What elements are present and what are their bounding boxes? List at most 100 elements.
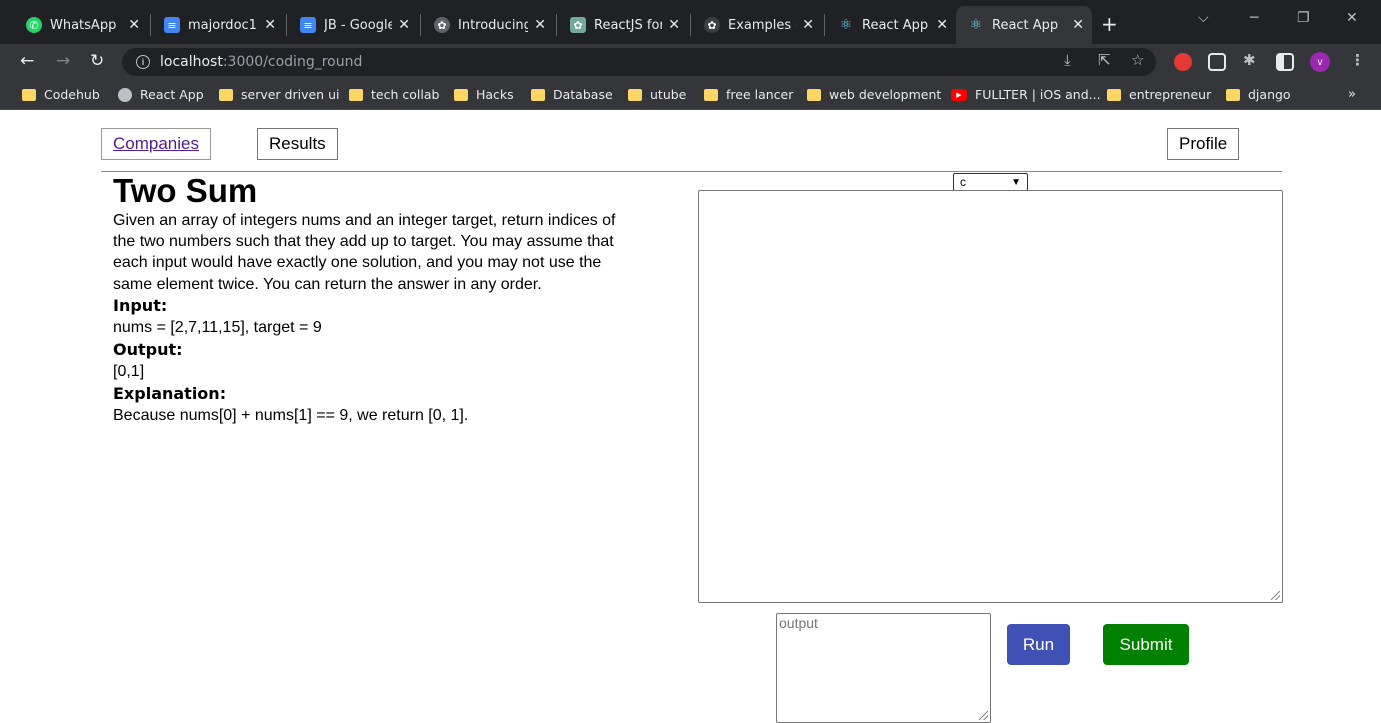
- folder-icon: [531, 88, 545, 101]
- bookmark-utube[interactable]: utube: [628, 87, 686, 102]
- minimize-icon[interactable]: ─: [1250, 10, 1258, 26]
- profile-avatar[interactable]: v: [1310, 52, 1330, 72]
- bookmark-label: server driven ui: [241, 87, 340, 102]
- bookmark-hacks[interactable]: Hacks: [454, 87, 514, 102]
- tab-search-chevron-icon[interactable]: ⌵: [1198, 10, 1209, 26]
- problem-panel: Two Sum Given an array of integers nums …: [113, 172, 638, 427]
- reload-icon[interactable]: ↻: [90, 51, 104, 71]
- tab-reactjs-for[interactable]: ✿ ReactJS for ✕: [558, 6, 688, 44]
- close-tab-icon[interactable]: ✕: [264, 17, 276, 33]
- extensions-puzzle-icon[interactable]: ✱: [1243, 51, 1256, 69]
- tab-title: JB - Google: [324, 17, 393, 33]
- results-button[interactable]: Results: [257, 128, 338, 160]
- bookmark-server-driven-ui[interactable]: server driven ui: [219, 87, 339, 102]
- tab-separator: [150, 14, 151, 36]
- bookmark-label: web development: [829, 87, 942, 102]
- browser-tab-strip: ✆ WhatsApp ✕ ≡ majordoc1 ✕ ≡ JB - Google…: [0, 0, 1381, 44]
- close-window-icon[interactable]: ✕: [1346, 10, 1358, 26]
- close-tab-icon[interactable]: ✕: [936, 17, 948, 33]
- react-icon: ⚛: [969, 17, 983, 33]
- output-label: Output:: [113, 339, 183, 359]
- browser-menu-icon[interactable]: ⋮: [1350, 51, 1365, 69]
- folder-icon: [628, 88, 642, 101]
- install-app-icon[interactable]: ⤓: [1064, 51, 1071, 69]
- close-tab-icon[interactable]: ✕: [1072, 17, 1084, 33]
- google-docs-icon: ≡: [164, 17, 180, 33]
- bookmark-star-icon[interactable]: ☆: [1131, 51, 1144, 69]
- close-tab-icon[interactable]: ✕: [668, 17, 680, 33]
- url-path: :3000/coding_round: [222, 54, 363, 70]
- back-icon[interactable]: ←: [20, 51, 34, 71]
- tab-whatsapp[interactable]: ✆ WhatsApp ✕: [14, 6, 148, 44]
- tab-title: ReactJS for: [594, 17, 663, 33]
- site-info-icon[interactable]: i: [136, 55, 150, 69]
- tab-title: React App: [992, 17, 1059, 33]
- forward-icon[interactable]: →: [56, 51, 70, 71]
- tab-react-app-active[interactable]: ⚛ React App ✕: [956, 6, 1092, 44]
- run-button[interactable]: Run: [1007, 624, 1070, 665]
- bookmark-free-lancer[interactable]: free lancer: [704, 87, 793, 102]
- chevron-down-icon: ▼: [1011, 176, 1021, 188]
- tab-jb-google[interactable]: ≡ JB - Google ✕: [288, 6, 418, 44]
- extension-window-icon[interactable]: [1208, 53, 1226, 71]
- bookmark-tech-collab[interactable]: tech collab: [349, 87, 439, 102]
- tab-react-app[interactable]: ⚛ React App ✕: [826, 6, 956, 44]
- input-value: nums = [2,7,11,15], target = 9: [113, 318, 322, 336]
- bookmark-react-app[interactable]: React App: [118, 87, 204, 102]
- bookmark-fullter[interactable]: ▶ FULLTER | iOS and...: [951, 87, 1101, 102]
- close-tab-icon[interactable]: ✕: [802, 17, 814, 33]
- bookmark-django[interactable]: django: [1226, 87, 1291, 102]
- bookmark-database[interactable]: Database: [531, 87, 613, 102]
- folder-icon: [1107, 88, 1121, 101]
- bookmark-codehub[interactable]: Codehub: [22, 87, 100, 102]
- folder-icon: [349, 88, 363, 101]
- profile-button[interactable]: Profile: [1167, 128, 1240, 160]
- code-editor[interactable]: [698, 190, 1283, 603]
- close-tab-icon[interactable]: ✕: [534, 17, 546, 33]
- whatsapp-icon: ✆: [26, 17, 42, 33]
- bookmark-entrepreneur[interactable]: entrepreneur: [1107, 87, 1211, 102]
- bookmark-label: Codehub: [44, 87, 100, 102]
- more-bookmarks-icon[interactable]: »: [1348, 87, 1356, 102]
- share-icon[interactable]: ⇱: [1098, 51, 1111, 69]
- bookmark-label: free lancer: [726, 87, 794, 102]
- bookmark-label: React App: [140, 87, 204, 102]
- tab-separator: [286, 14, 287, 36]
- youtube-icon: ▶: [951, 88, 967, 101]
- language-select[interactable]: c ▼: [953, 173, 1028, 191]
- tab-title: React App: [862, 17, 929, 33]
- companies-link[interactable]: Companies: [101, 128, 211, 160]
- submit-button[interactable]: Submit: [1103, 624, 1189, 665]
- side-panel-icon[interactable]: [1276, 53, 1294, 71]
- tab-introducing[interactable]: ✿ Introducing ✕: [422, 6, 554, 44]
- folder-icon: [22, 88, 36, 101]
- close-tab-icon[interactable]: ✕: [398, 17, 410, 33]
- bookmark-web-development[interactable]: web development: [807, 87, 941, 102]
- language-selected-value: c: [960, 175, 966, 189]
- bookmark-label: tech collab: [371, 87, 440, 102]
- close-tab-icon[interactable]: ✕: [128, 17, 140, 33]
- tab-title: Examples -: [728, 17, 797, 33]
- folder-icon: [1226, 88, 1240, 101]
- folder-icon: [454, 88, 468, 101]
- restore-icon[interactable]: ❐: [1297, 10, 1310, 26]
- resize-handle-icon[interactable]: [1271, 591, 1280, 600]
- output-textarea[interactable]: output: [776, 613, 991, 723]
- new-tab-icon[interactable]: +: [1101, 12, 1118, 36]
- tab-majordoc[interactable]: ≡ majordoc1 ✕: [152, 6, 284, 44]
- tab-separator: [824, 14, 825, 36]
- folder-icon: [219, 88, 233, 101]
- adblock-extension-icon[interactable]: [1174, 53, 1192, 71]
- problem-title: Two Sum: [113, 172, 258, 209]
- input-label: Input:: [113, 295, 168, 315]
- bookmark-label: Database: [553, 87, 613, 102]
- page-content: Companies Results Profile Two Sum Given …: [0, 110, 1381, 723]
- bookmark-label: utube: [650, 87, 687, 102]
- explanation-label: Explanation:: [113, 383, 227, 403]
- tab-examples[interactable]: ✿ Examples - ✕: [692, 6, 822, 44]
- openai-icon: ✿: [704, 17, 720, 33]
- bookmark-label: Hacks: [476, 87, 514, 102]
- url-omnibox[interactable]: i localhost:3000/coding_round: [122, 48, 1156, 76]
- bookmark-label: entrepreneur: [1129, 87, 1212, 102]
- chatgpt-icon: ✿: [570, 17, 586, 33]
